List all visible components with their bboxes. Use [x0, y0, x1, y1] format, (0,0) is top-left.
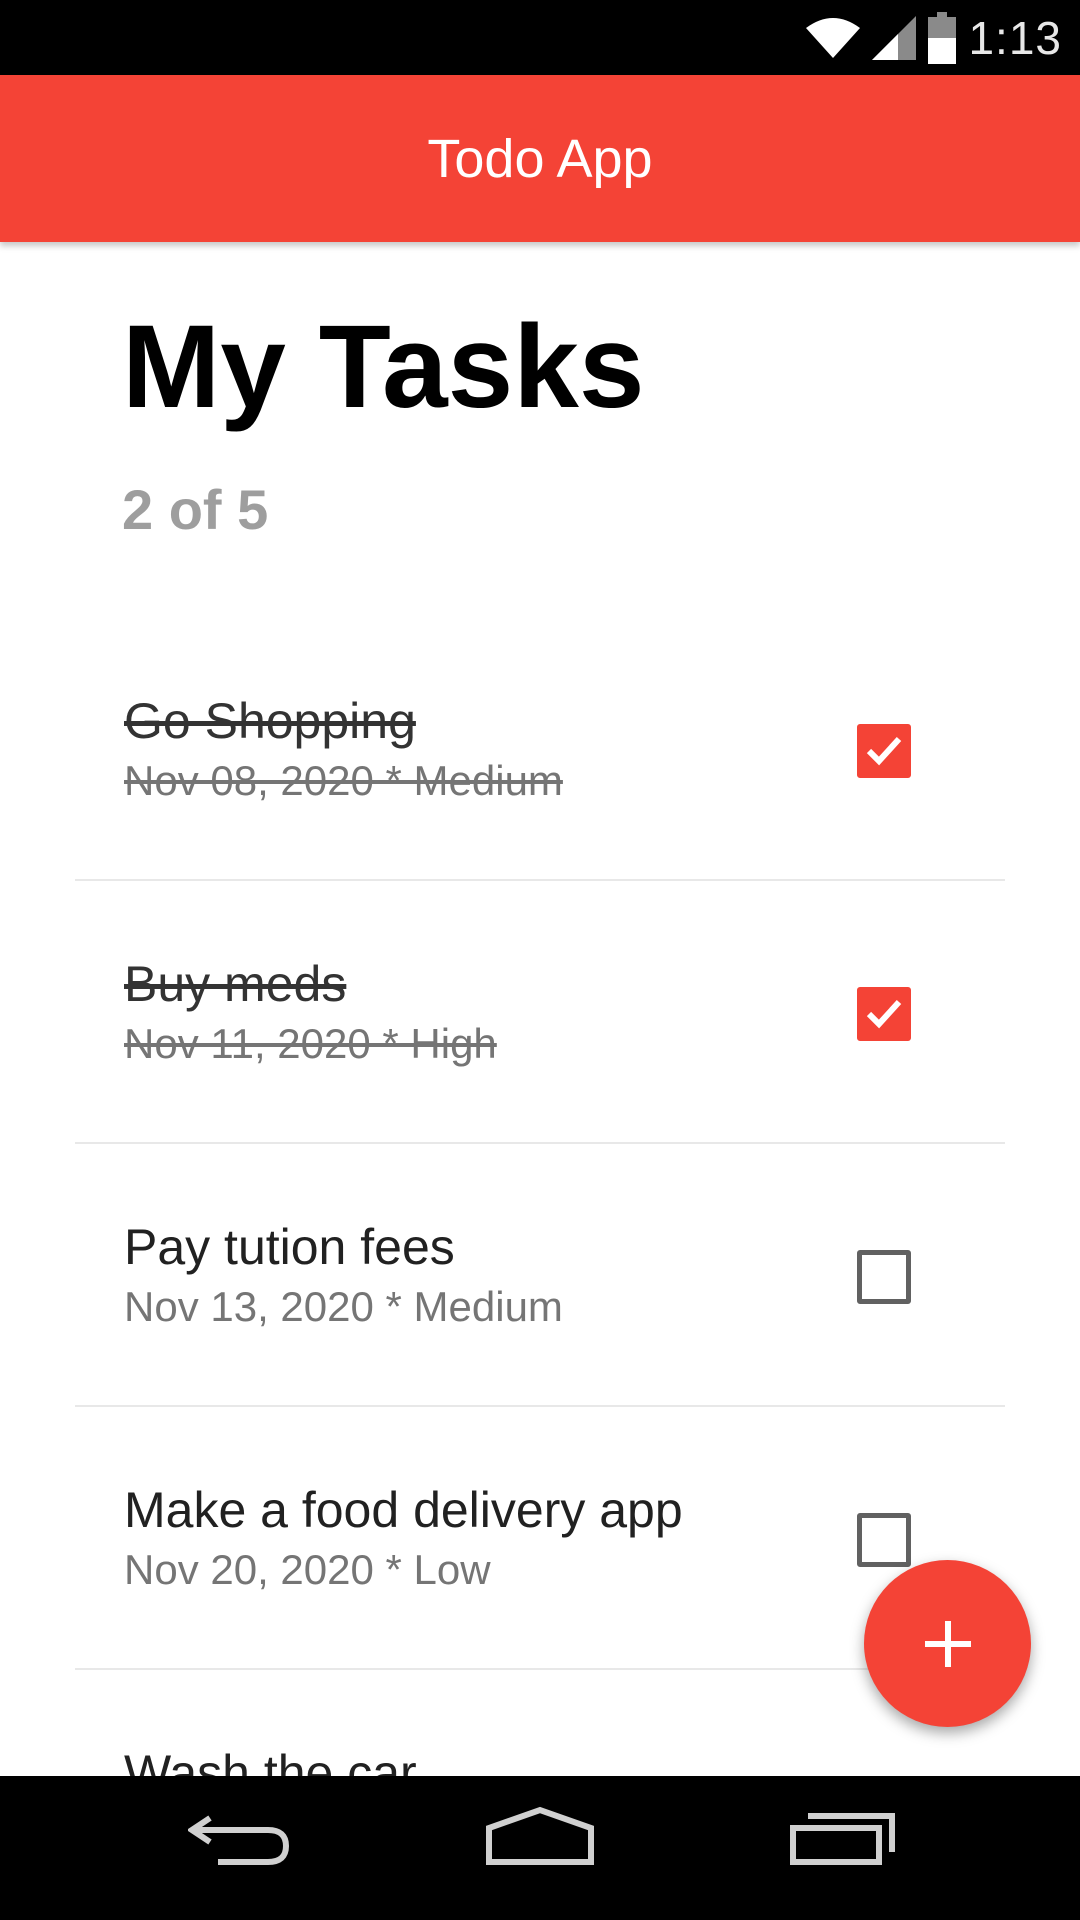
task-title: Pay tution fees — [124, 1219, 455, 1275]
task-checkbox[interactable] — [857, 724, 911, 778]
status-icons: 1:13 — [806, 0, 1062, 75]
checkmark-icon — [866, 736, 902, 766]
home-button[interactable] — [485, 1806, 595, 1871]
task-checkbox[interactable] — [857, 1250, 911, 1304]
task-screen[interactable]: My Tasks 2 of 5 Go Shopping Nov 08, 2020… — [0, 242, 1080, 1776]
page-title: My Tasks — [122, 301, 645, 433]
task-progress-count: 2 of 5 — [122, 478, 269, 541]
task-meta: Nov 20, 2020 * Low — [124, 1546, 491, 1593]
app-title: Todo App — [427, 128, 653, 189]
task-row[interactable]: Wash the car — [75, 1670, 1005, 1777]
battery-icon — [928, 11, 957, 64]
status-time: 1:13 — [968, 11, 1062, 64]
back-button[interactable] — [186, 1806, 290, 1871]
task-row[interactable]: Go Shopping Nov 08, 2020 * Medium — [75, 618, 1005, 881]
task-row[interactable]: Buy meds Nov 11, 2020 * High — [75, 881, 1005, 1144]
task-row[interactable]: Pay tution fees Nov 13, 2020 * Medium — [75, 1144, 1005, 1407]
task-meta: Nov 13, 2020 * Medium — [124, 1283, 563, 1330]
task-checkbox[interactable] — [857, 987, 911, 1041]
back-icon — [186, 1815, 290, 1865]
checkmark-icon — [866, 999, 902, 1029]
app-bar: Todo App — [0, 75, 1080, 242]
home-icon — [486, 1806, 594, 1865]
cell-signal-icon — [872, 15, 917, 60]
add-task-button[interactable] — [864, 1560, 1031, 1727]
task-title: Go Shopping — [124, 693, 416, 749]
task-list[interactable]: Go Shopping Nov 08, 2020 * Medium Buy me… — [75, 618, 1005, 1776]
recents-icon — [790, 1813, 895, 1865]
plus-icon — [924, 1620, 971, 1667]
recents-button[interactable] — [790, 1806, 896, 1871]
task-title: Make a food delivery app — [124, 1482, 683, 1538]
status-bar: 1:13 — [0, 0, 1080, 75]
task-checkbox[interactable] — [857, 1513, 911, 1567]
wifi-icon — [806, 17, 861, 58]
task-title: Wash the car — [124, 1745, 417, 1777]
task-meta: Nov 08, 2020 * Medium — [124, 757, 563, 804]
task-meta: Nov 11, 2020 * High — [124, 1020, 497, 1067]
navigation-bar — [0, 1776, 1080, 1920]
task-title: Buy meds — [124, 956, 347, 1012]
